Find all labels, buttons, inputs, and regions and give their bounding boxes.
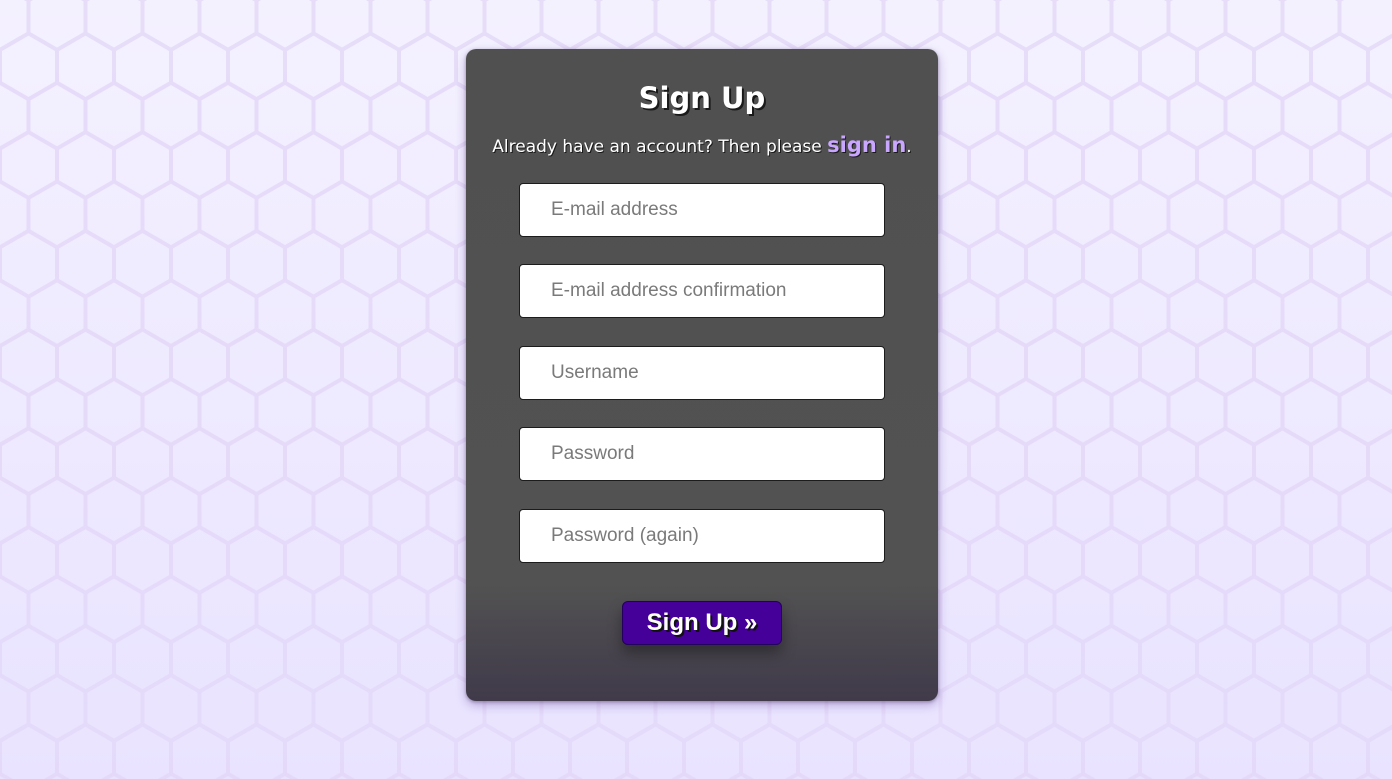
page-title: Sign Up: [638, 81, 766, 115]
signin-prompt-period: .: [906, 137, 912, 157]
signup-submit-button[interactable]: Sign Up »: [622, 601, 782, 645]
signin-link[interactable]: sign in: [827, 133, 906, 157]
password-field[interactable]: [519, 427, 885, 481]
username-field[interactable]: [519, 346, 885, 400]
signup-card: Sign Up Already have an account? Then pl…: [466, 49, 938, 701]
signin-prompt: Already have an account? Then please sig…: [466, 133, 938, 157]
password-again-field[interactable]: [519, 509, 885, 563]
signin-prompt-text: Already have an account? Then please: [492, 137, 828, 157]
email-field[interactable]: [519, 183, 885, 237]
email-confirmation-field[interactable]: [519, 264, 885, 318]
